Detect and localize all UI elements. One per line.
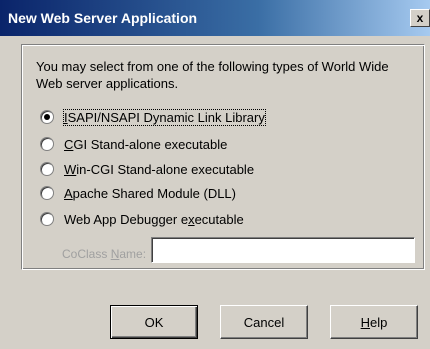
radio-button-isapi[interactable]: [40, 110, 54, 124]
radio-button-wincgi[interactable]: [40, 162, 54, 176]
coclass-name-input[interactable]: [151, 237, 415, 263]
ok-button[interactable]: OK: [110, 305, 198, 339]
title-bar: New Web Server Application x: [0, 0, 430, 36]
radio-cgi-executable[interactable]: CGI Stand-alone executable: [40, 135, 227, 153]
help-button[interactable]: Help: [330, 305, 418, 339]
radio-isapi-dll[interactable]: ISAPI/NSAPI Dynamic Link Library: [40, 108, 266, 126]
radio-label-apache: Apache Shared Module (DLL): [64, 185, 236, 201]
radio-label-debugger: Web App Debugger executable: [64, 211, 244, 227]
radio-label-cgi: CGI Stand-alone executable: [64, 136, 228, 152]
radio-webapp-debugger[interactable]: Web App Debugger executable: [40, 210, 244, 228]
radio-wincgi-executable[interactable]: Win-CGI Stand-alone executable: [40, 160, 254, 178]
window-title: New Web Server Application: [8, 10, 198, 26]
radio-button-debugger[interactable]: [40, 212, 54, 226]
cancel-button[interactable]: Cancel: [220, 305, 308, 339]
close-button[interactable]: x: [410, 9, 430, 27]
radio-apache-module[interactable]: Apache Shared Module (DLL): [40, 184, 236, 202]
radio-button-cgi[interactable]: [40, 137, 54, 151]
coclass-name-label: CoClass Name:: [62, 247, 147, 261]
description-text: You may select from one of the following…: [36, 59, 389, 91]
radio-label-wincgi: Win-CGI Stand-alone executable: [64, 161, 255, 177]
radio-label-isapi: ISAPI/NSAPI Dynamic Link Library: [63, 108, 266, 126]
radio-button-apache[interactable]: [40, 186, 54, 200]
